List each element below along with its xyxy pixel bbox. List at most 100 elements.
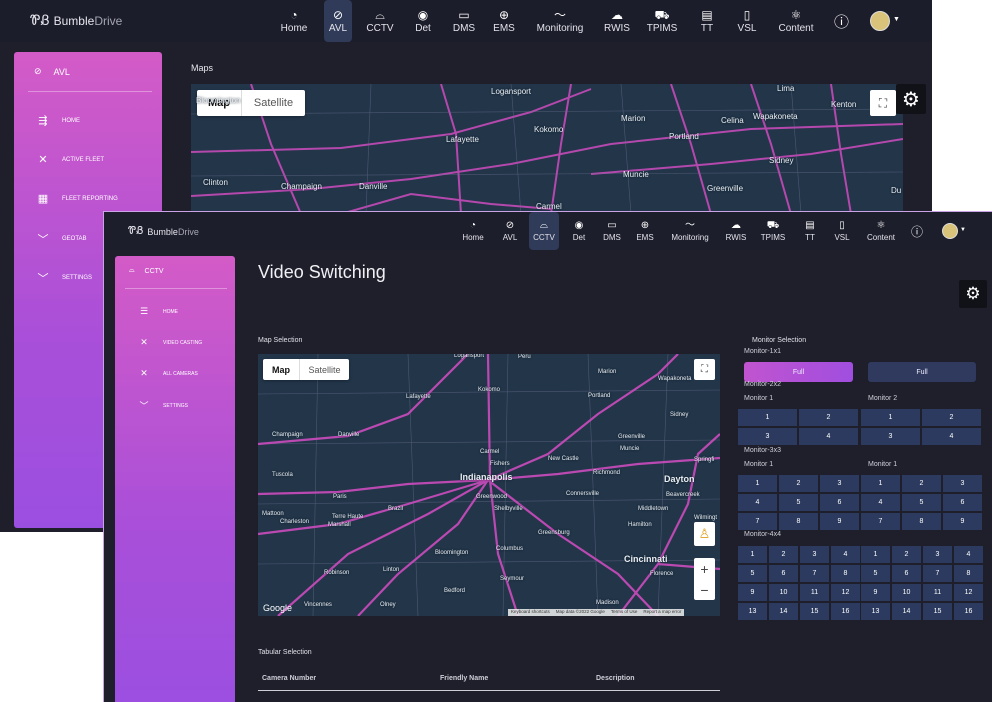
monitor-cell-button[interactable]: 7	[922, 564, 953, 583]
sidebar-item-home[interactable]: ☰ HOME	[115, 306, 178, 317]
monitor-cell-button[interactable]: 3	[799, 545, 830, 564]
sidebar-item-all-cameras[interactable]: ✕ ALL CAMERAS	[115, 368, 198, 379]
monitor-cell-button[interactable]: 2	[891, 545, 922, 564]
monitor-cell-button[interactable]: 5	[778, 493, 819, 512]
zoom-in-button[interactable]: +	[694, 558, 715, 579]
monitor-cell-button[interactable]: 3	[737, 427, 798, 446]
nav-avl[interactable]: ⊘ AVL	[324, 0, 352, 42]
monitor-cell-button[interactable]: 5	[860, 564, 891, 583]
avatar[interactable]	[942, 223, 958, 239]
nav-cctv[interactable]: ⌓ CCTV	[529, 212, 559, 250]
nav-rwis[interactable]: ☁ RWIS	[598, 0, 636, 42]
monitor-cell-button[interactable]: 8	[953, 564, 984, 583]
nav-tpims[interactable]: ⛟ TPIMS	[758, 212, 788, 250]
monitor-cell-button[interactable]: 1	[737, 408, 798, 427]
logo[interactable]: ᏈᏰ Bumble Drive	[128, 225, 199, 238]
sidebar-item-active-fleet[interactable]: ✕ ACTIVE FLEET	[14, 153, 104, 166]
monitor-cell-button[interactable]: 7	[860, 512, 901, 531]
monitor-cell-button[interactable]: 4	[860, 493, 901, 512]
sidebar-item-fleet-reporting[interactable]: ▦ FLEET REPORTING	[14, 192, 118, 205]
monitor-cell-button[interactable]: 11	[922, 583, 953, 602]
monitor-cell-button[interactable]: 15	[922, 602, 953, 621]
monitor-cell-button[interactable]: 8	[778, 512, 819, 531]
monitor-cell-button[interactable]: 12	[953, 583, 984, 602]
nav-content[interactable]: ⚛ Content	[860, 212, 902, 250]
satellite-button[interactable]: Satellite	[241, 90, 305, 116]
monitor-cell-button[interactable]: 6	[891, 564, 922, 583]
monitor-cell-button[interactable]: 9	[942, 512, 983, 531]
nav-vsl[interactable]: ▯ VSL	[734, 0, 760, 42]
nav-monitoring[interactable]: 〜 Monitoring	[532, 0, 588, 42]
nav-det[interactable]: ◉ Det	[408, 0, 438, 42]
nav-dms[interactable]: ▭ DMS	[448, 0, 480, 42]
chevron-down-icon[interactable]: ▼	[960, 227, 966, 233]
monitor-cell-button[interactable]: 1	[860, 474, 901, 493]
sidebar-item-settings[interactable]: ﹀ SETTINGS	[14, 270, 93, 286]
monitor-cell-button[interactable]: 4	[830, 545, 861, 564]
nav-tpims[interactable]: ⛟ TPIMS	[644, 0, 680, 42]
monitor-cell-button[interactable]: 2	[921, 408, 982, 427]
monitor-cell-button[interactable]: 5	[737, 564, 768, 583]
monitor-cell-button[interactable]: 3	[860, 427, 921, 446]
info-icon[interactable]: ⓘ	[834, 11, 849, 32]
monitor-cell-button[interactable]: 2	[901, 474, 942, 493]
monitor-cell-button[interactable]: 6	[768, 564, 799, 583]
monitor-cell-button[interactable]: 13	[860, 602, 891, 621]
satellite-button[interactable]: Satellite	[299, 359, 349, 380]
monitor-cell-button[interactable]: 15	[799, 602, 830, 621]
attribution-link[interactable]: Map data ©2022 Google	[553, 609, 608, 616]
monitor-cell-button[interactable]: 2	[798, 408, 859, 427]
monitor-cell-button[interactable]: 16	[953, 602, 984, 621]
zoom-out-button[interactable]: −	[694, 579, 715, 600]
column-header-camera-number[interactable]: Camera Number	[262, 675, 316, 682]
monitor-cell-button[interactable]: 2	[778, 474, 819, 493]
monitor-cell-button[interactable]: 1	[860, 408, 921, 427]
nav-tt[interactable]: ▤ TT	[798, 212, 822, 250]
nav-vsl[interactable]: ▯ VSL	[832, 212, 852, 250]
nav-monitoring[interactable]: 〜 Monitoring	[668, 212, 712, 250]
monitor-cell-button[interactable]: 2	[768, 545, 799, 564]
monitor-cell-button[interactable]: 7	[737, 512, 778, 531]
column-header-friendly-name[interactable]: Friendly Name	[440, 675, 488, 682]
nav-cctv[interactable]: ⌓ CCTV	[364, 0, 396, 42]
fullscreen-icon[interactable]: ⛶	[870, 90, 896, 116]
monitor-cell-button[interactable]: 14	[891, 602, 922, 621]
monitor-cell-button[interactable]: 13	[737, 602, 768, 621]
monitor-cell-button[interactable]: 8	[830, 564, 861, 583]
nav-ems[interactable]: ⊕ EMS	[488, 0, 520, 42]
monitor-cell-button[interactable]: 10	[891, 583, 922, 602]
full-button-b[interactable]: Full	[868, 362, 976, 382]
attribution-link[interactable]: Keyboard shortcuts	[508, 609, 553, 616]
monitor-cell-button[interactable]: 1	[737, 474, 778, 493]
gear-icon[interactable]: ⚙	[896, 84, 926, 114]
monitor-cell-button[interactable]: 9	[819, 512, 860, 531]
nav-content[interactable]: ⚛ Content	[774, 0, 818, 42]
camera-map[interactable]: Map Satellite ⛶ ♙ + − Google Keyboard sh…	[258, 354, 720, 616]
monitor-cell-button[interactable]: 7	[799, 564, 830, 583]
nav-home[interactable]: ◔ Home	[276, 0, 312, 42]
monitor-cell-button[interactable]: 1	[737, 545, 768, 564]
column-header-description[interactable]: Description	[596, 675, 635, 682]
nav-avl[interactable]: ⊘ AVL	[498, 212, 522, 250]
gear-icon[interactable]: ⚙	[959, 280, 987, 308]
monitor-cell-button[interactable]: 4	[921, 427, 982, 446]
full-button-a[interactable]: Full	[744, 362, 853, 382]
monitor-cell-button[interactable]: 9	[737, 583, 768, 602]
monitor-cell-button[interactable]: 3	[922, 545, 953, 564]
avatar[interactable]	[870, 11, 890, 31]
nav-home[interactable]: ◔ Home	[458, 212, 488, 250]
monitor-cell-button[interactable]: 4	[737, 493, 778, 512]
logo[interactable]: ᏈᏰ Bumble Drive	[30, 12, 122, 29]
monitor-cell-button[interactable]: 8	[901, 512, 942, 531]
monitor-cell-button[interactable]: 6	[942, 493, 983, 512]
monitor-cell-button[interactable]: 9	[860, 583, 891, 602]
monitor-cell-button[interactable]: 5	[901, 493, 942, 512]
monitor-cell-button[interactable]: 12	[830, 583, 861, 602]
monitor-cell-button[interactable]: 16	[830, 602, 861, 621]
sidebar-item-settings[interactable]: ﹀ SETTINGS	[115, 399, 188, 412]
monitor-cell-button[interactable]: 4	[798, 427, 859, 446]
map[interactable]: Map Satellite ⛶ Logansport Bloomington Laf…	[191, 84, 903, 214]
sidebar-item-home[interactable]: ⇶ HOME	[14, 114, 80, 127]
monitor-cell-button[interactable]: 3	[819, 474, 860, 493]
monitor-cell-button[interactable]: 11	[799, 583, 830, 602]
